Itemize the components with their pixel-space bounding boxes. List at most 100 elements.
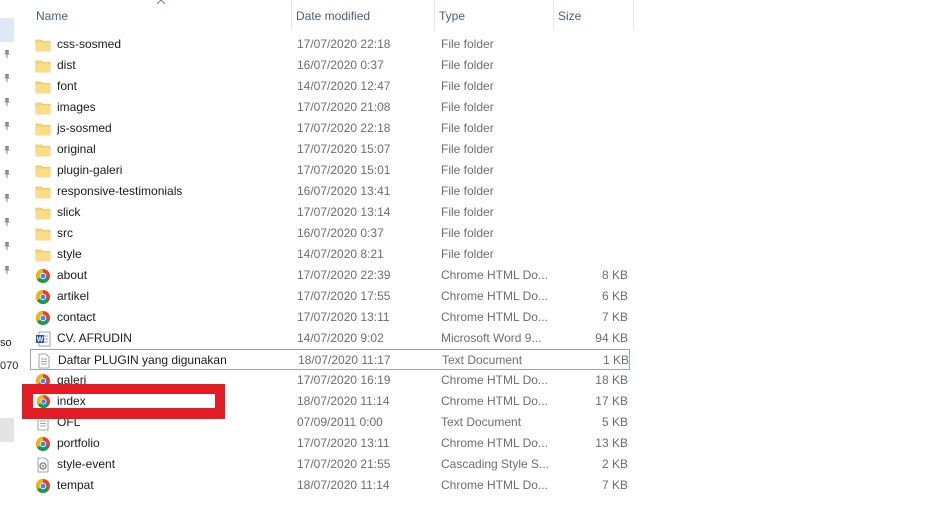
file-row[interactable]: style 14/07/2020 8:21 File folder (30, 244, 630, 265)
file-name[interactable]: tempat (57, 475, 287, 496)
file-size: 6 KB (601, 289, 628, 303)
file-name[interactable]: js-sosmed (57, 118, 287, 139)
file-date-modified: 17/07/2020 15:07 (297, 142, 391, 156)
file-date-modified: 17/07/2020 13:11 (297, 436, 390, 450)
file-name[interactable]: artikel (57, 286, 287, 307)
file-type: File folder (441, 247, 494, 261)
file-date-modified: 18/07/2020 11:14 (297, 478, 390, 492)
file-name[interactable]: style (57, 244, 287, 265)
file-type: Cascading Style S... (441, 457, 550, 471)
nav-selected-item[interactable] (0, 18, 14, 42)
chrome-icon (36, 394, 51, 409)
file-type: Text Document (441, 415, 522, 429)
pin-icon[interactable] (1, 192, 13, 204)
file-row[interactable]: images 17/07/2020 21:08 File folder (30, 97, 630, 118)
column-header-date-modified[interactable]: Date modified (292, 0, 435, 30)
file-row[interactable]: js-sosmed 17/07/2020 22:18 File folder (30, 118, 630, 139)
file-size: 2 KB (601, 457, 628, 471)
nav-item-truncated-label[interactable]: so (0, 337, 18, 349)
file-name[interactable]: original (57, 139, 287, 160)
file-date-modified: 18/07/2020 11:17 (298, 353, 391, 367)
file-date-modified: 16/07/2020 0:37 (297, 226, 384, 240)
file-row[interactable]: font 14/07/2020 12:47 File folder (30, 76, 630, 97)
file-row[interactable]: style-event 17/07/2020 21:55 Cascading Sty… (30, 454, 630, 475)
file-row[interactable]: Daftar PLUGIN yang digunakan 18/07/2020 1… (30, 349, 630, 370)
file-date-modified: 17/07/2020 17:55 (297, 289, 391, 303)
file-name[interactable]: Daftar PLUGIN yang digunakan (58, 350, 288, 371)
nav-item-truncated-label[interactable]: 070 (0, 360, 18, 372)
file-name[interactable]: dist (57, 55, 287, 76)
folder-icon (35, 165, 51, 178)
file-name[interactable]: responsive-testimonials (57, 181, 287, 202)
file-date-modified: 14/07/2020 12:47 (297, 79, 391, 93)
file-size: 13 KB (595, 436, 628, 450)
file-row[interactable]: about 17/07/2020 22:39 Chrome HTML Do... 8 … (30, 265, 630, 286)
chrome-icon (36, 269, 50, 283)
text-doc-icon (38, 353, 50, 369)
file-date-modified: 17/07/2020 13:11 (297, 310, 390, 324)
file-row[interactable]: W CV. AFRUDIN 14/07/2020 9:02 Microsoft Wor… (30, 328, 630, 349)
file-name[interactable]: font (57, 76, 287, 97)
chrome-icon (36, 311, 50, 325)
highlighted-file-label[interactable]: index (57, 393, 86, 409)
file-type: File folder (441, 121, 494, 135)
file-row[interactable]: dist 16/07/2020 0:37 File folder (30, 55, 630, 76)
file-row[interactable]: responsive-testimonials 16/07/2020 13:41 F… (30, 181, 630, 202)
file-row[interactable]: src 16/07/2020 0:37 File folder (30, 223, 630, 244)
pin-icon[interactable] (1, 240, 13, 252)
file-type: File folder (441, 184, 494, 198)
file-name[interactable]: CV. AFRUDIN (57, 328, 287, 349)
file-name[interactable]: style-event (57, 454, 287, 475)
file-date-modified: 07/09/2011 0:00 (297, 415, 383, 429)
file-name[interactable]: contact (57, 307, 287, 328)
pin-icon[interactable] (1, 216, 13, 228)
file-type: File folder (441, 58, 494, 72)
folder-icon (35, 249, 51, 262)
file-row[interactable]: tempat 18/07/2020 11:14 Chrome HTML Do... 7… (30, 475, 630, 496)
file-date-modified: 17/07/2020 16:19 (297, 373, 391, 387)
column-header-name[interactable]: Name (32, 0, 292, 30)
file-row[interactable]: plugin-galeri 17/07/2020 15:01 File folder (30, 160, 630, 181)
file-type: Chrome HTML Do... (441, 310, 548, 324)
pin-icon[interactable] (1, 96, 13, 108)
file-row[interactable]: contact 17/07/2020 13:11 Chrome HTML Do...… (30, 307, 630, 328)
file-date-modified: 17/07/2020 22:39 (297, 268, 391, 282)
nav-scroll-thumb[interactable] (0, 418, 14, 442)
chrome-icon (36, 437, 50, 451)
file-date-modified: 17/07/2020 13:14 (297, 205, 391, 219)
file-date-modified: 18/07/2020 11:14 (297, 394, 390, 408)
folder-icon (35, 144, 51, 157)
pin-icon[interactable] (1, 144, 13, 156)
file-date-modified: 14/07/2020 8:21 (297, 247, 384, 261)
file-row[interactable]: portfolio 17/07/2020 13:11 Chrome HTML Do.… (30, 433, 630, 454)
folder-icon (35, 39, 51, 52)
file-row[interactable]: css-sosmed 17/07/2020 22:18 File folder (30, 34, 630, 55)
file-type: File folder (441, 100, 494, 114)
pin-icon[interactable] (1, 72, 13, 84)
file-size: 8 KB (601, 268, 628, 282)
file-date-modified: 16/07/2020 13:41 (297, 184, 391, 198)
column-header-bar: Name Date modified Type Size (26, 0, 636, 32)
file-date-modified: 17/07/2020 21:08 (297, 100, 391, 114)
file-type: Chrome HTML Do... (441, 478, 548, 492)
pin-icon[interactable] (1, 48, 13, 60)
folder-icon (35, 207, 51, 220)
file-name[interactable]: src (57, 223, 287, 244)
column-header-type[interactable]: Type (435, 0, 554, 30)
file-name[interactable]: portfolio (57, 433, 287, 454)
file-name[interactable]: plugin-galeri (57, 160, 287, 181)
file-type: Chrome HTML Do... (441, 373, 548, 387)
file-row[interactable]: slick 17/07/2020 13:14 File folder (30, 202, 630, 223)
pin-icon[interactable] (1, 168, 13, 180)
file-type: Chrome HTML Do... (441, 268, 548, 282)
pin-icon[interactable] (1, 264, 13, 276)
file-name[interactable]: css-sosmed (57, 34, 287, 55)
column-header-size[interactable]: Size (554, 0, 634, 30)
file-row[interactable]: artikel 17/07/2020 17:55 Chrome HTML Do...… (30, 286, 630, 307)
pin-icon[interactable] (1, 120, 13, 132)
file-name[interactable]: slick (57, 202, 287, 223)
file-name[interactable]: about (57, 265, 287, 286)
file-row[interactable]: original 17/07/2020 15:07 File folder (30, 139, 630, 160)
file-type: File folder (441, 226, 494, 240)
file-name[interactable]: images (57, 97, 287, 118)
